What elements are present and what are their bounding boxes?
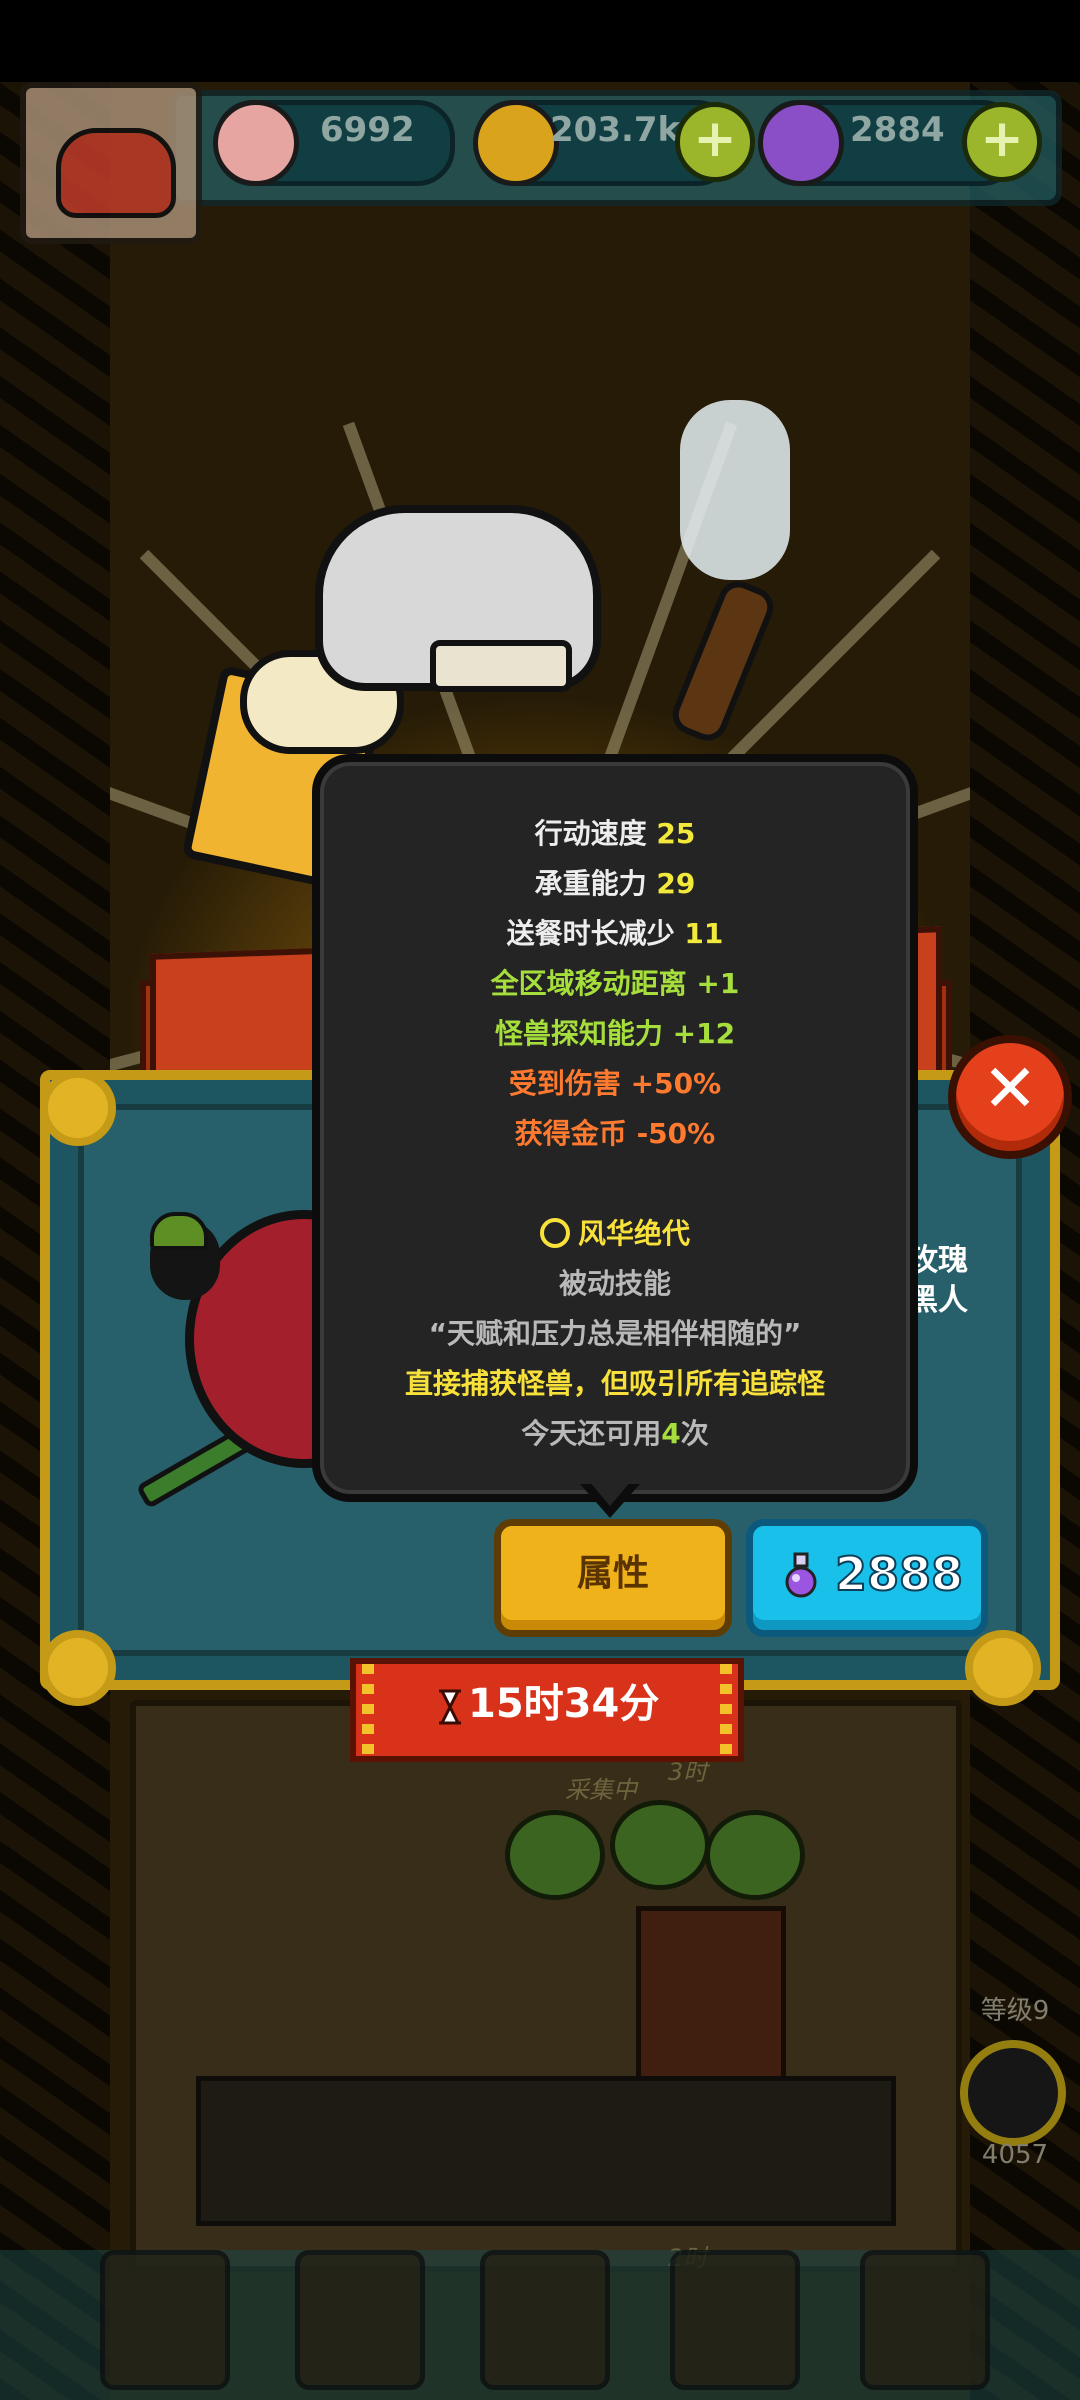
close-icon: ✕ bbox=[982, 1050, 1038, 1127]
uses-count: 4 bbox=[661, 1417, 681, 1450]
bonus-value: +12 bbox=[672, 1017, 736, 1050]
bug-hat bbox=[150, 1212, 208, 1250]
skill-title: 风华绝代 bbox=[320, 1212, 910, 1252]
skill-quote: “天赋和压力总是相伴相随的” bbox=[428, 1317, 802, 1350]
penalty-damage: 受到伤害 +50% bbox=[320, 1062, 910, 1102]
eye-icon bbox=[213, 100, 299, 186]
stat-label: 承重能力 bbox=[534, 867, 647, 900]
player-avatar[interactable] bbox=[20, 82, 202, 244]
attributes-tooltip: 行动速度 25 承重能力 29 送餐时长减少 11 全区域移动距离 +1 怪兽探… bbox=[312, 754, 918, 1502]
bonus-monster-detect: 怪兽探知能力 +12 bbox=[320, 1012, 910, 1052]
timer-value: 15时34分 bbox=[468, 1681, 660, 1727]
cigar-smoke bbox=[680, 400, 790, 580]
attributes-button[interactable]: 属性 bbox=[494, 1519, 732, 1637]
bonus-label: 全区域移动距离 bbox=[490, 967, 687, 1000]
skill-effect: 直接捕获怪兽，但吸引所有追踪怪 bbox=[404, 1367, 825, 1400]
skill-swirl-icon bbox=[539, 1218, 570, 1248]
status-bar bbox=[0, 0, 1080, 82]
bonus-value: +1 bbox=[696, 967, 740, 1000]
add-potions-button[interactable]: + bbox=[962, 102, 1042, 182]
hourglass-icon bbox=[439, 1689, 461, 1725]
penalty-value: -50% bbox=[636, 1117, 716, 1150]
potion-icon bbox=[785, 1552, 817, 1598]
skill-uses: 今天还可用4次 bbox=[320, 1412, 910, 1452]
eye-count: 6992 bbox=[320, 110, 415, 150]
uses-prefix: 今天还可用 bbox=[521, 1417, 662, 1450]
attributes-label: 属性 bbox=[576, 1553, 649, 1594]
stat-value: 25 bbox=[656, 817, 696, 850]
penalty-coins: 获得金币 -50% bbox=[320, 1112, 910, 1152]
uses-suffix: 次 bbox=[680, 1417, 709, 1450]
panel-corner-ornament bbox=[40, 1070, 116, 1146]
chef-hat-band bbox=[430, 640, 572, 692]
skill-type: 被动技能 bbox=[558, 1267, 671, 1300]
penalty-value: +50% bbox=[630, 1067, 722, 1100]
coin-count: 203.7k bbox=[550, 110, 681, 150]
skill-name: 风华绝代 bbox=[577, 1217, 690, 1250]
penalty-label: 获得金币 bbox=[514, 1117, 627, 1150]
stat-label: 送餐时长减少 bbox=[506, 917, 675, 950]
buy-button[interactable]: 2888 bbox=[746, 1519, 988, 1637]
bonus-move-distance: 全区域移动距离 +1 bbox=[320, 962, 910, 1002]
close-button[interactable]: ✕ bbox=[948, 1035, 1072, 1159]
avatar-face bbox=[56, 128, 176, 218]
potion-icon bbox=[758, 100, 844, 186]
stat-move-speed: 行动速度 25 bbox=[320, 812, 910, 852]
panel-corner-ornament bbox=[40, 1630, 116, 1706]
panel-corner-ornament bbox=[965, 1630, 1041, 1706]
stat-value: 11 bbox=[684, 917, 724, 950]
penalty-label: 受到伤害 bbox=[508, 1067, 621, 1100]
stat-label: 行动速度 bbox=[534, 817, 647, 850]
add-coins-button[interactable]: + bbox=[675, 102, 755, 182]
bonus-label: 怪兽探知能力 bbox=[494, 1017, 663, 1050]
tooltip-arrow-fill bbox=[588, 1480, 632, 1506]
stat-value: 29 bbox=[656, 867, 696, 900]
stat-delivery-time: 送餐时长减少 11 bbox=[320, 912, 910, 952]
potion-count: 2884 bbox=[850, 110, 945, 150]
top-hud: 6992 203.7k + 2884 + bbox=[0, 82, 1080, 244]
stat-carry-capacity: 承重能力 29 bbox=[320, 862, 910, 902]
timer-banner: 15时34分 bbox=[350, 1658, 744, 1762]
coin-icon bbox=[473, 100, 559, 186]
price-value: 2888 bbox=[834, 1546, 964, 1602]
game-screen: 采集中 3时 2时 等级9 4057 6992 203.7k + 2884 + bbox=[0, 0, 1080, 2400]
